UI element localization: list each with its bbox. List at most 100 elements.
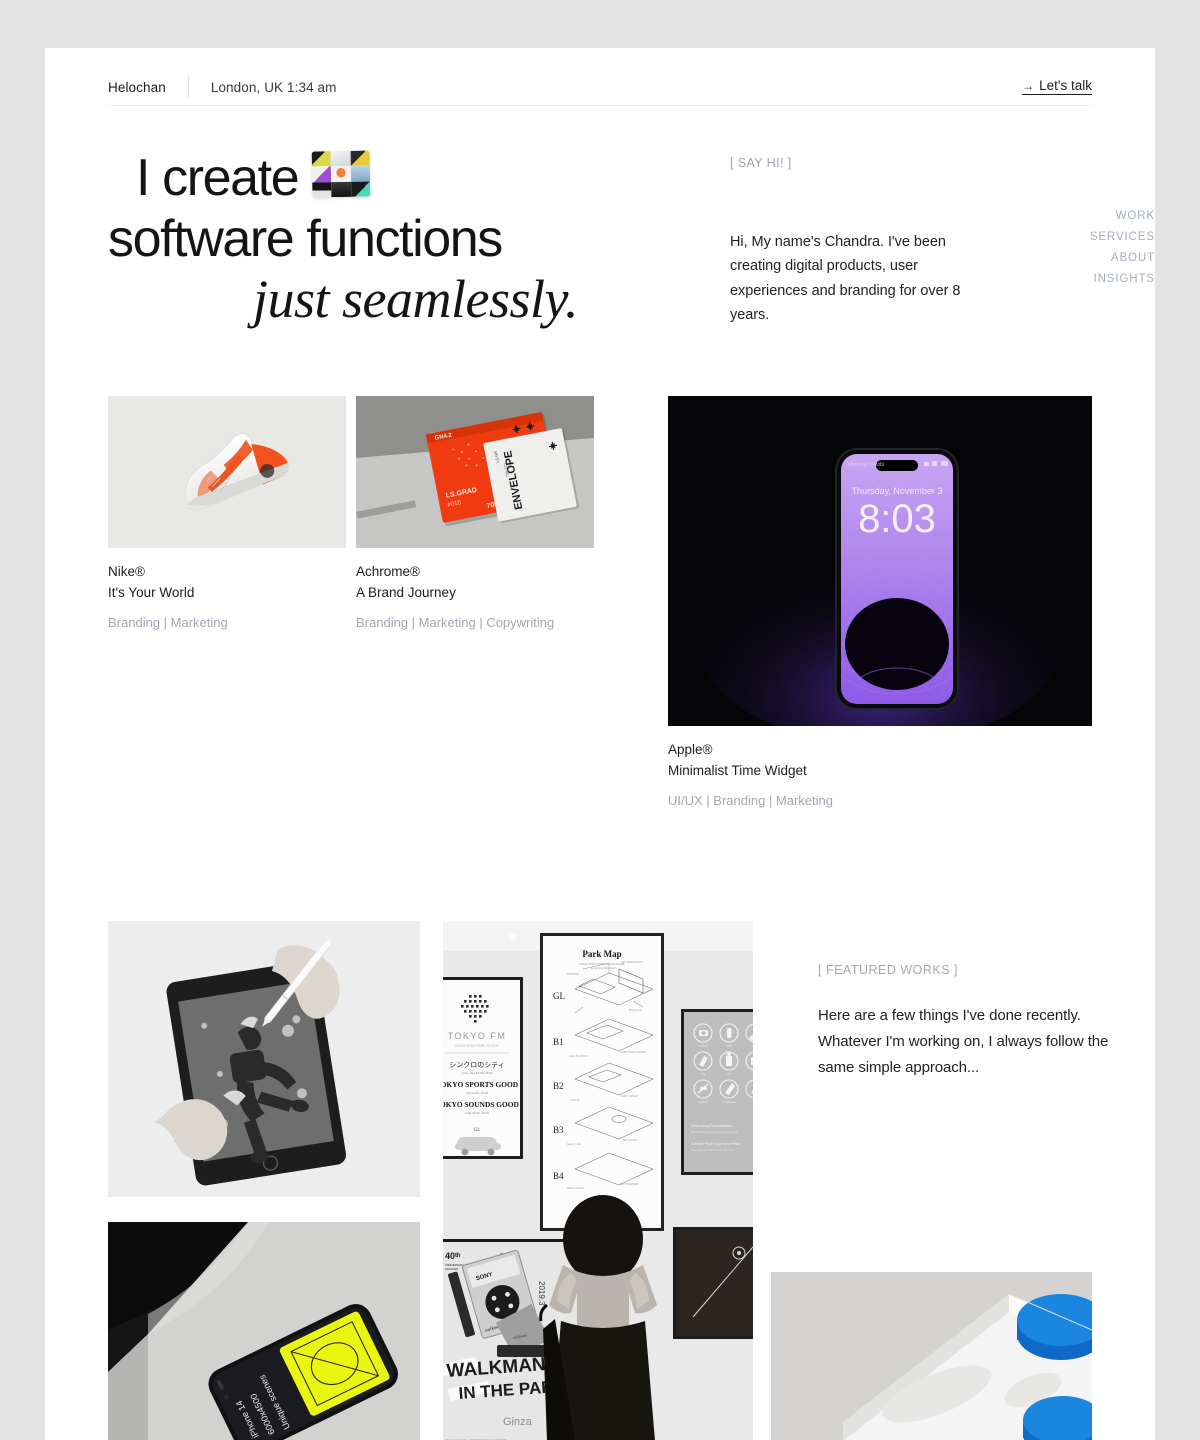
svg-text:Ginza: Ginza [503,1416,533,1428]
iphone-lockscreen-widget: Metro by T-Mobi Thursday, November 3 8:0… [668,396,1092,726]
svg-text:Cigarette: Cigarette [698,1100,709,1104]
featured-body: Here are a few things I've done recently… [818,1007,1109,1076]
collage-thumbnail-icon [311,150,371,198]
nav-item-insights[interactable]: INSIGHTS [1038,273,1155,285]
svg-text:B1: B1 [553,1037,564,1047]
svg-text:Art: Art [727,1072,731,1076]
svg-text:2019.3: 2019.3 [537,1281,546,1306]
svg-text:シンクロのシティ: シンクロのシティ [449,1061,505,1069]
hero-intro-block: [ SAY HI! ] Hi, My name's Chandra. I've … [730,156,990,327]
hero-nav: WORK SERVICES ABOUT INSIGHTS [1038,210,1155,285]
svg-text:GL: GL [553,991,565,1001]
work-thumb-achrome[interactable]: GN4.2 LS.GRAD #010 706-621-0 [356,396,594,548]
svg-text:Please follow the park rules d: Please follow the park rules during your… [691,1131,739,1134]
svg-text:TOKYO FM: TOKYO FM [448,1031,507,1041]
svg-text:Ginza Sony Park Studio: Ginza Sony Park Studio [591,967,617,970]
svg-text:SONY PARK GALLERY: SONY PARK GALLERY [621,1051,647,1054]
page-title: I create software functions just seamles… [108,148,708,331]
iphone-concrete-mockup: iPhone 14 6000x4500 Unique scenes [108,1222,420,1440]
svg-text:Drink: Drink [726,1044,733,1048]
headline-line-1-row: I create [108,148,708,209]
svg-text:Music: Music [752,1044,753,1048]
achrome-stationery-envelope: GN4.2 LS.GRAD #010 706-621-0 [356,396,594,548]
nav-item-services[interactable]: SERVICES [1038,231,1155,243]
lets-talk-link[interactable]: → Let's talk [1022,79,1092,96]
svg-text:Camera: Camera [698,1044,708,1048]
say-hi-kicker: [ SAY HI! ] [730,156,792,170]
svg-text:Park B2: Park B2 [571,1099,580,1102]
lockscreen-date: Thursday, November 3 [852,486,943,496]
locale-time: London, UK 1:34 am [210,79,337,95]
work-caption-nike: Nike® It's Your World Branding | Marketi… [108,562,228,632]
svg-text:A Better Park Experience Park: A Better Park Experience Park [691,1142,740,1146]
svg-text:EVENT SPACE: EVENT SPACE [621,1095,638,1098]
hero-section: I create software functions just seamles… [108,148,1154,331]
work-tags: UI/UX | Branding | Marketing [668,792,833,808]
work-client: Nike® [108,564,145,579]
lockscreen-time: 8:03 [858,497,936,541]
work-thumb-apple[interactable]: Metro by T-Mobi Thursday, November 3 8:0… [668,396,1092,726]
tokyo-poster-gallery: TOKYO FM GINZA SONY PARK STUDIO シンクロのシティ… [443,921,753,1440]
svg-text:40ᵗʰ: 40ᵗʰ [445,1251,461,1261]
headline-line-2: software functions [108,209,503,268]
work-caption-achrome: Achrome® A Brand Journey Branding | Mark… [356,562,554,632]
featured-thumb-ipad[interactable] [108,921,420,1197]
ipad-illustration-hands [108,921,420,1197]
work-client: Achrome® [356,564,420,579]
headline-line-3: just seamlessly. [253,268,579,329]
featured-copy: [ FEATURED WORKS ] Here are a few things… [818,963,1138,1080]
top-bar: Helochan London, UK 1:34 am → Let's talk [108,68,1092,106]
work-title: A Brand Journey [356,584,456,600]
work-client: Apple® [668,742,713,757]
featured-kicker: [ FEATURED WORKS ] [818,963,959,977]
nav-item-about[interactable]: ABOUT [1038,252,1155,264]
page-card: Helochan London, UK 1:34 am → Let's talk… [45,48,1155,1440]
featured-thumb-gallery[interactable]: TOKYO FM GINZA SONY PARK STUDIO シンクロのシティ… [443,921,753,1440]
work-title: Minimalist Time Widget [668,762,807,778]
svg-text:Open daily from 5:00 to 24:30,: Open daily from 5:00 to 24:30, free entr… [691,1149,735,1152]
svg-text:Live: Live [701,1072,706,1076]
svg-text:B4: B4 [553,1171,564,1181]
work-thumb-nike[interactable] [108,396,346,548]
nav-item-work[interactable]: WORK [1038,210,1155,222]
lets-talk-label: Let's talk [1039,77,1092,93]
blue-discs-3d-render [771,1272,1092,1440]
work-tags: Branding | Marketing [108,614,228,630]
headline-line-1: I create [136,149,300,207]
work-title: It's Your World [108,584,195,600]
svg-text:(sat) 14:00–16:00: (sat) 14:00–16:00 [465,1111,489,1115]
svg-text:B2: B2 [553,1081,564,1091]
featured-thumb-blue-render[interactable] [771,1272,1092,1440]
work-tags: Branding | Marketing | Copywriting [356,614,555,630]
nike-air-max-sneaker [108,396,346,548]
svg-text:Gallery / cafe: Gallery / cafe [567,1143,582,1146]
svg-text:GINZA SONY PARK FLOOR GUIDE: GINZA SONY PARK FLOOR GUIDE [579,962,624,966]
svg-text:Shop: Shop [752,1072,753,1076]
svg-text:SONY PARK MINI: SONY PARK MINI [619,1183,639,1186]
svg-text:GL: GL [474,1128,481,1133]
arrow-right-icon: → [1022,78,1035,93]
svg-text:Park Map: Park Map [582,949,621,959]
featured-thumb-iphone-mockup[interactable]: iPhone 14 6000x4500 Unique scenes [108,1222,420,1440]
svg-text:ROOFTOP: ROOFTOP [567,973,579,976]
work-caption-apple: Apple® Minimalist Time Widget UI/UX | Br… [668,740,833,810]
svg-text:GINZA SONY PARK STUDIO: GINZA SONY PARK STUDIO [455,1044,500,1048]
svg-text:ANNIVERSARY: ANNIVERSARY [445,1263,464,1267]
carrier-label: Metro by T-Mobi [848,462,884,468]
svg-text:(fri) 14:00–15:00: (fri) 14:00–15:00 [466,1091,488,1095]
svg-text:Station entrance: Station entrance [567,1187,585,1190]
svg-text:TOKYO SOUNDS GOOD: TOKYO SOUNDS GOOD [443,1100,519,1109]
svg-text:Playground: Playground [629,1009,642,1012]
svg-text:Ginza Sony Park available: Ginza Sony Park available [691,1124,733,1128]
svg-text:WALKMAN: WALKMAN [445,1267,458,1271]
brand-name[interactable]: Helochan [108,80,166,95]
brand-group: Helochan London, UK 1:34 am [108,76,336,98]
svg-text:ART SPACE TOKYO: ART SPACE TOKYO [621,961,643,964]
svg-text:TOKYO SPORTS GOOD: TOKYO SPORTS GOOD [443,1080,518,1089]
svg-text:B3 LOUNGE: B3 LOUNGE [623,1139,637,1142]
svg-text:B3: B3 [553,1125,564,1135]
svg-text:Skateboard: Skateboard [722,1100,736,1104]
divider [187,76,189,98]
header-divider [108,105,1092,106]
bio-text: Hi, My name's Chandra. I've been creatin… [730,234,961,324]
